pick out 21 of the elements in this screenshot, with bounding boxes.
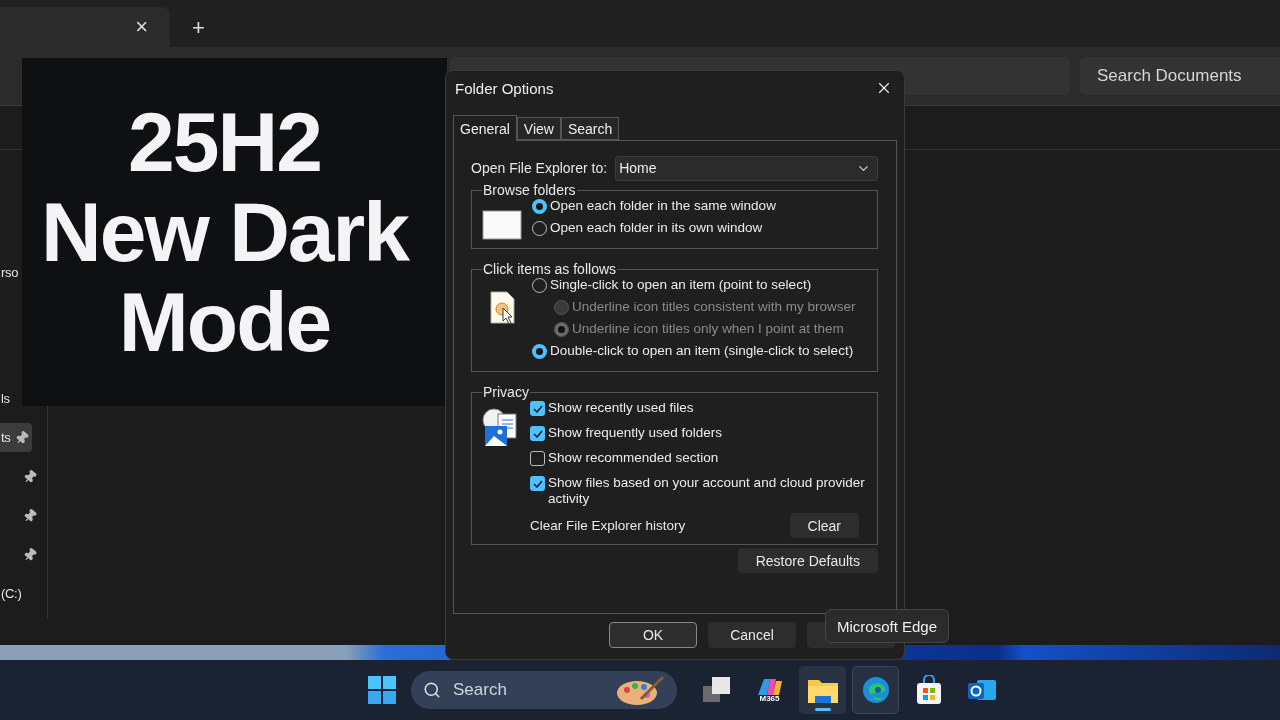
option-label: Open each folder in the same window (550, 198, 776, 214)
option-label: Show files based on your account and cloud provider activity (548, 475, 866, 507)
field-label: Open File Explorer to: (471, 160, 608, 176)
option-label: Show recently used files (548, 400, 694, 416)
option-label: Open each folder in its own window (550, 220, 763, 236)
headline: Mode (118, 277, 331, 367)
option-label: Clear File Explorer history (530, 518, 686, 533)
option-label: Double-click to open an item (single-click to select) (550, 343, 854, 359)
option-label: Underline icon titles consistent with my browser (572, 299, 856, 315)
tooltip: Microsoft Edge (825, 609, 950, 643)
dialog-title: Folder Options (455, 79, 554, 97)
app-label: M365 (759, 695, 780, 703)
headline: 25H2 (128, 97, 321, 187)
headline: New Dark (41, 187, 408, 277)
group-title: Browse folders (482, 182, 577, 198)
group-title: Click items as follows (482, 261, 618, 277)
option-label: Single-click to open an item (point to select) (550, 277, 812, 293)
group-title: Privacy (482, 384, 530, 400)
option-label: Show recommended section (548, 450, 719, 466)
option-label: Show frequently used folders (548, 425, 723, 441)
option-label: Underline icon titles only when I point at them (572, 321, 844, 337)
